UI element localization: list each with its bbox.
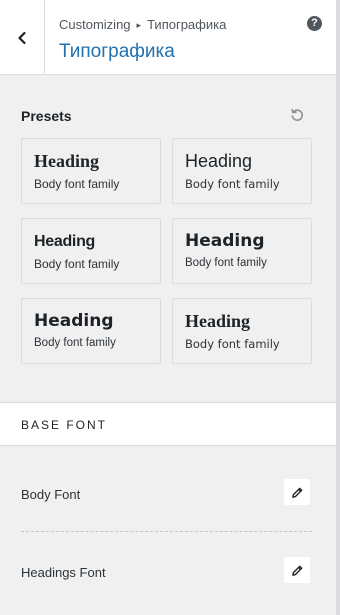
- edit-body-font-button[interactable]: [284, 479, 310, 505]
- breadcrumb-current: Типографика: [147, 17, 227, 32]
- page-title: Типографика: [59, 41, 175, 62]
- scrollbar[interactable]: [336, 0, 340, 615]
- preset-heading: Heading: [185, 151, 253, 171]
- pencil-icon: [291, 565, 302, 576]
- preset-card-5[interactable]: Heading Body font family: [21, 298, 161, 364]
- presets-label: Presets: [21, 108, 72, 124]
- preset-body: Body font family: [34, 177, 120, 191]
- preset-body: Body font family: [185, 257, 267, 269]
- preset-card-4[interactable]: Heading Body font family: [172, 218, 312, 284]
- preset-body: Body font family: [185, 337, 280, 351]
- reset-icon[interactable]: [290, 108, 304, 122]
- breadcrumb-separator-icon: ▸: [136, 20, 142, 30]
- edit-headings-font-button[interactable]: [284, 557, 310, 583]
- breadcrumb: Customizing ▸ Типографика: [59, 17, 226, 32]
- preset-heading: Heading: [34, 151, 100, 171]
- base-font-section-header: BASE FONT: [0, 402, 336, 446]
- preset-body: Body font family: [34, 337, 116, 349]
- preset-card-1[interactable]: Heading Body font family: [21, 138, 161, 204]
- section-title: BASE FONT: [21, 418, 108, 432]
- headings-font-label: Headings Font: [21, 565, 106, 580]
- customizer-header: Customizing ▸ Типографика Типографика ?: [0, 0, 336, 75]
- help-icon[interactable]: ?: [307, 16, 322, 31]
- preset-card-6[interactable]: Heading Body font family: [172, 298, 312, 364]
- preset-heading: Heading: [185, 231, 265, 251]
- chevron-left-icon: [18, 31, 26, 44]
- preset-body: Body font family: [185, 177, 280, 191]
- preset-card-2[interactable]: Heading Body font family: [172, 138, 312, 204]
- preset-card-3[interactable]: Heading Body font family: [21, 218, 161, 284]
- pencil-icon: [291, 487, 302, 498]
- breadcrumb-root: Customizing: [59, 17, 131, 32]
- body-font-label: Body Font: [21, 487, 81, 502]
- divider: [21, 531, 312, 532]
- preset-body: Body font family: [34, 257, 120, 271]
- back-button[interactable]: [0, 0, 45, 75]
- preset-heading: Heading: [185, 311, 251, 331]
- preset-heading: Heading: [34, 311, 114, 331]
- preset-heading: Heading: [34, 233, 96, 250]
